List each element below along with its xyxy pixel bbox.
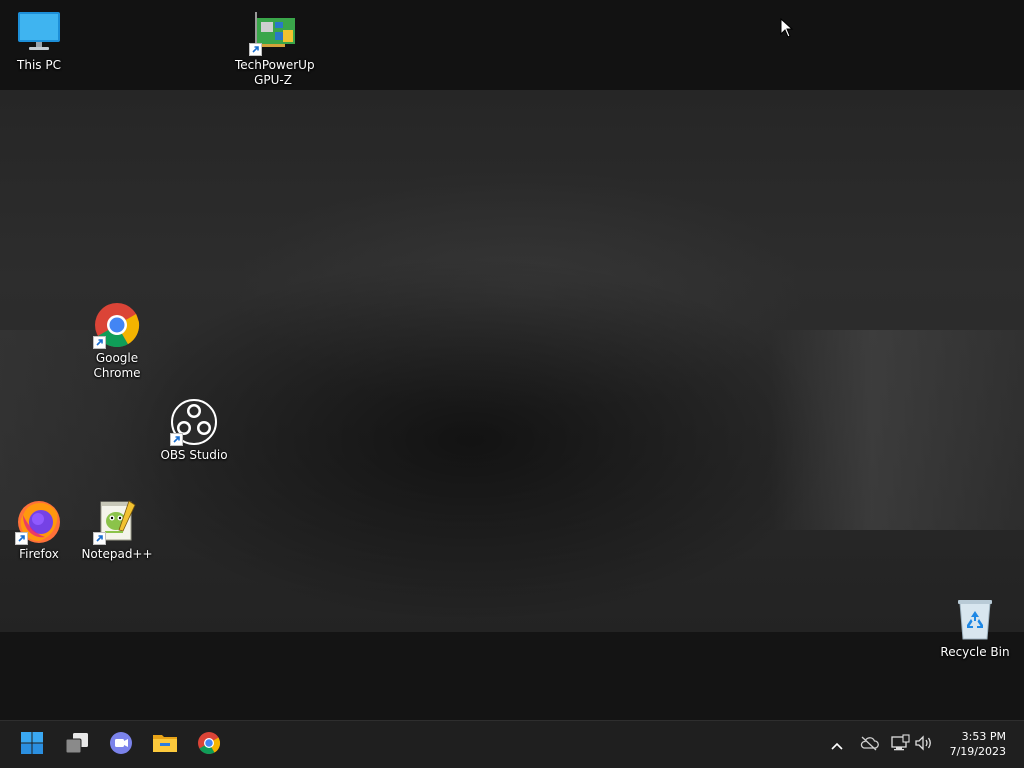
monitor-icon — [15, 8, 63, 56]
clock-time: 3:53 PM — [961, 730, 1006, 743]
desktop-icon-firefox[interactable]: Firefox — [1, 497, 77, 562]
chrome-icon — [197, 731, 221, 759]
desktop-icon-recycle-bin[interactable]: Recycle Bin — [937, 595, 1013, 660]
chrome-icon — [93, 301, 141, 349]
taskbar-clock[interactable]: 3:53 PM 7/19/2023 — [936, 729, 1006, 759]
mouse-cursor-icon — [780, 17, 794, 42]
shortcut-arrow-icon — [93, 532, 106, 545]
desktop-icon-gpu-z[interactable]: TechPowerUp GPU-Z — [235, 8, 315, 88]
desktop-icon-label: This PC — [17, 58, 61, 72]
speaker-icon — [914, 735, 934, 755]
desktop-icon-notepadpp[interactable]: Notepad++ — [79, 497, 155, 562]
tray-show-hidden-button[interactable] — [827, 735, 847, 755]
taskbar-file-explorer-button[interactable] — [149, 729, 181, 761]
desktop-icon-label: OBS Studio — [160, 448, 228, 462]
folder-icon — [152, 731, 178, 759]
shortcut-arrow-icon — [249, 43, 262, 56]
task-view-icon — [64, 731, 90, 759]
desktop-icon-label: Recycle Bin — [940, 645, 1010, 659]
tray-volume-button[interactable] — [914, 735, 934, 755]
desktop-icon-label: Firefox — [19, 547, 59, 561]
desktop-icon-label: Notepad++ — [81, 547, 153, 561]
wallpaper-bottom — [0, 632, 1024, 720]
shortcut-arrow-icon — [15, 532, 28, 545]
obs-icon — [170, 398, 218, 446]
wallpaper-window-light — [770, 330, 1024, 530]
gpu-card-icon — [249, 8, 297, 56]
network-icon — [890, 734, 910, 756]
windows-start-icon — [20, 731, 44, 759]
desktop-icon-this-pc[interactable]: This PC — [1, 8, 77, 73]
shortcut-arrow-icon — [93, 336, 106, 349]
teams-chat-icon — [108, 731, 134, 759]
firefox-icon — [15, 497, 63, 545]
desktop-icon-obs-studio[interactable]: OBS Studio — [156, 398, 232, 463]
tray-onedrive-button[interactable] — [859, 735, 879, 755]
desktop-icon-label: TechPowerUp GPU-Z — [235, 58, 315, 87]
cloud-icon — [859, 735, 879, 755]
taskbar-chat-button[interactable] — [105, 729, 137, 761]
clock-date: 7/19/2023 — [949, 745, 1006, 758]
chevron-up-icon — [830, 736, 844, 755]
taskbar-start-button[interactable] — [16, 729, 48, 761]
taskbar-chrome-button[interactable] — [193, 729, 225, 761]
desktop-icon-google-chrome[interactable]: Google Chrome — [79, 301, 155, 381]
shortcut-arrow-icon — [170, 433, 183, 446]
wallpaper-top — [0, 0, 1024, 90]
tray-network-button[interactable] — [890, 734, 910, 756]
desktop-icon-label: Google Chrome — [93, 351, 141, 380]
taskbar-task-view-button[interactable] — [61, 729, 93, 761]
taskbar: 3:53 PM 7/19/2023 — [0, 720, 1024, 768]
recycle-bin-icon — [951, 595, 999, 643]
desktop: This PC TechPowerUp GPU-Z Google Chrome … — [0, 0, 1024, 720]
notepadpp-icon — [93, 497, 141, 545]
